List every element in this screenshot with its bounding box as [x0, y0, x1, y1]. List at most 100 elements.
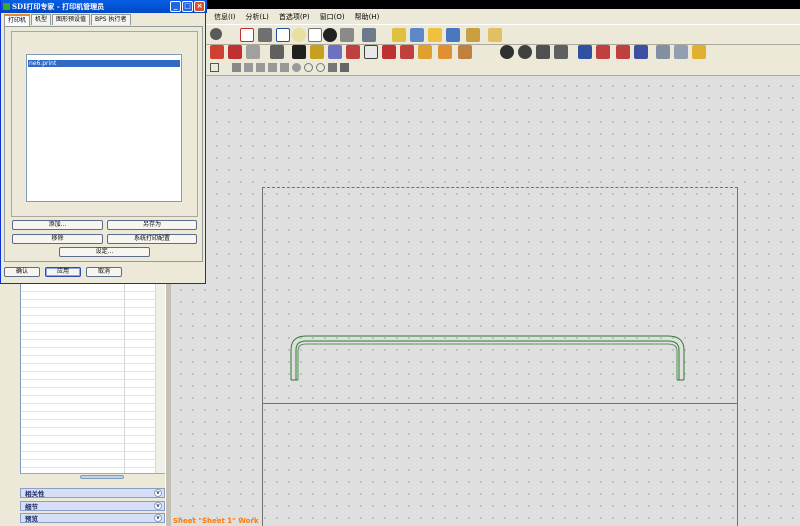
- select-body-icon[interactable]: [328, 63, 337, 72]
- drawing-canvas[interactable]: Sheet "Sheet 1" Work: [171, 76, 800, 526]
- shaded-icon[interactable]: [258, 28, 272, 42]
- cancel-button[interactable]: 取消: [86, 267, 122, 277]
- section-details[interactable]: 细节 v: [20, 501, 165, 511]
- snap-end-icon[interactable]: [554, 45, 568, 59]
- zoom-window-icon[interactable]: [276, 28, 290, 42]
- tree-column-divider: [124, 284, 125, 474]
- constraint-icon[interactable]: [392, 28, 406, 42]
- annotate-icon[interactable]: [428, 28, 442, 42]
- chevron-down-icon[interactable]: v: [154, 489, 162, 497]
- close-button[interactable]: ×: [194, 1, 205, 12]
- part-navigator-panel: 相关性 v 细节 v 预览 v: [0, 284, 165, 526]
- minimize-button[interactable]: _: [170, 1, 181, 12]
- fillet-icon[interactable]: [310, 45, 324, 59]
- dialog-title: SDI打印专家 - 打印机管理员: [12, 1, 105, 11]
- delete-icon[interactable]: [364, 45, 378, 59]
- menu-preferences[interactable]: 首选项(P): [279, 12, 310, 22]
- menu-info[interactable]: 信息(I): [214, 12, 236, 22]
- tab-model[interactable]: 机型: [31, 14, 52, 25]
- trim-icon[interactable]: [228, 45, 242, 59]
- snap-center-icon[interactable]: [518, 45, 532, 59]
- toolbar-selection: [206, 60, 800, 76]
- scale-icon[interactable]: [400, 45, 414, 59]
- section-label: 相关性: [25, 490, 45, 498]
- menubar: 信息(I) 分析(L) 首选项(P) 窗口(O) 帮助(H): [206, 9, 800, 24]
- select-spline-icon[interactable]: [280, 63, 289, 72]
- view-layout-icon[interactable]: [656, 45, 670, 59]
- curve-tool-icon[interactable]: [210, 45, 224, 59]
- menu-analysis[interactable]: 分析(L): [246, 12, 269, 22]
- printer-list-item-selected[interactable]: ne6.print: [28, 60, 180, 67]
- pencil-icon[interactable]: [692, 45, 706, 59]
- stretch-icon[interactable]: [438, 45, 452, 59]
- move-icon[interactable]: [382, 45, 396, 59]
- part-navigator-tree[interactable]: [20, 284, 165, 480]
- tab-printer[interactable]: 打印机: [4, 14, 31, 26]
- measure-icon[interactable]: [446, 28, 460, 42]
- chamfer-icon[interactable]: [328, 45, 342, 59]
- select-arc-icon[interactable]: [256, 63, 265, 72]
- snap-mid-icon[interactable]: [536, 45, 550, 59]
- offset-icon[interactable]: [270, 45, 284, 59]
- zoom-icon[interactable]: [292, 28, 306, 42]
- select-point-icon[interactable]: [292, 63, 301, 72]
- chevron-down-icon[interactable]: v: [154, 502, 162, 510]
- render-style-icon[interactable]: [323, 28, 337, 42]
- tab-graphic-defaults[interactable]: 图形预设值: [52, 14, 91, 25]
- toolbar-sketch: [206, 45, 800, 60]
- select-box-icon[interactable]: [210, 63, 219, 72]
- copy-icon[interactable]: [418, 45, 432, 59]
- tree-horizontal-scrollbar[interactable]: [20, 473, 165, 480]
- chevron-down-icon[interactable]: v: [154, 514, 162, 522]
- snap-point-icon[interactable]: [500, 45, 514, 59]
- fit-view-icon[interactable]: [240, 28, 254, 42]
- printer-list[interactable]: ne6.print: [26, 54, 182, 202]
- printer-manager-dialog: SDI打印专家 - 打印机管理员 _ □ × 打印机 机型 图形预设值 BPS …: [0, 0, 207, 284]
- analysis-icon[interactable]: [466, 28, 480, 42]
- remove-printer-button[interactable]: 移除: [12, 234, 103, 244]
- select-center-icon[interactable]: [316, 63, 325, 72]
- handle-part-view[interactable]: [286, 332, 686, 382]
- section-label: 预览: [25, 515, 38, 523]
- pan-icon[interactable]: [308, 28, 322, 42]
- add-printer-button[interactable]: 添加...: [12, 220, 103, 230]
- select-line-icon[interactable]: [244, 63, 253, 72]
- weld-icon[interactable]: [634, 45, 648, 59]
- section-label: 细节: [25, 503, 38, 511]
- system-print-config-button[interactable]: 系统打印配置: [107, 234, 197, 244]
- section-preview[interactable]: 预览 v: [20, 513, 165, 523]
- section-dependencies[interactable]: 相关性 v: [20, 488, 165, 498]
- select-face-icon[interactable]: [340, 63, 349, 72]
- printer-group-box: ne6.print: [11, 31, 198, 217]
- mirror-icon[interactable]: [346, 45, 360, 59]
- setup-button[interactable]: 设定...: [59, 247, 150, 257]
- dialog-titlebar[interactable]: SDI打印专家 - 打印机管理员 _ □ ×: [1, 0, 207, 13]
- dimension-icon[interactable]: [410, 28, 424, 42]
- select-circle-icon[interactable]: [304, 63, 313, 72]
- ruler-icon[interactable]: [488, 28, 502, 42]
- table-icon[interactable]: [616, 45, 630, 59]
- scrollbar-thumb[interactable]: [80, 475, 124, 479]
- maximize-button[interactable]: □: [182, 1, 193, 12]
- select-plus-icon[interactable]: [232, 63, 241, 72]
- view-list-icon[interactable]: [674, 45, 688, 59]
- sheet-divider-line: [262, 403, 738, 404]
- tree-vertical-scrollbar[interactable]: [155, 284, 165, 473]
- dialog-tabs: 打印机 机型 图形预设值 BPS 执行者: [4, 14, 132, 26]
- image-icon[interactable]: [458, 45, 472, 59]
- menu-help[interactable]: 帮助(H): [355, 12, 380, 22]
- line-icon[interactable]: [246, 45, 260, 59]
- symbol-icon[interactable]: [596, 45, 610, 59]
- color-icon[interactable]: [340, 28, 354, 42]
- rotate-icon[interactable]: [210, 28, 222, 40]
- tab-bps-runner[interactable]: BPS 执行者: [91, 14, 131, 25]
- dialog-tab-panel: ne6.print 添加... 另存为 移除 系统打印配置 设定...: [4, 26, 203, 262]
- layer-icon[interactable]: [362, 28, 376, 42]
- menu-window[interactable]: 窗口(O): [320, 12, 345, 22]
- save-as-button[interactable]: 另存为: [107, 220, 197, 230]
- select-curve-icon[interactable]: [268, 63, 277, 72]
- ok-button[interactable]: 确认: [4, 267, 40, 277]
- font-icon[interactable]: [578, 45, 592, 59]
- apply-button[interactable]: 应用: [45, 267, 81, 277]
- text-icon[interactable]: [292, 45, 306, 59]
